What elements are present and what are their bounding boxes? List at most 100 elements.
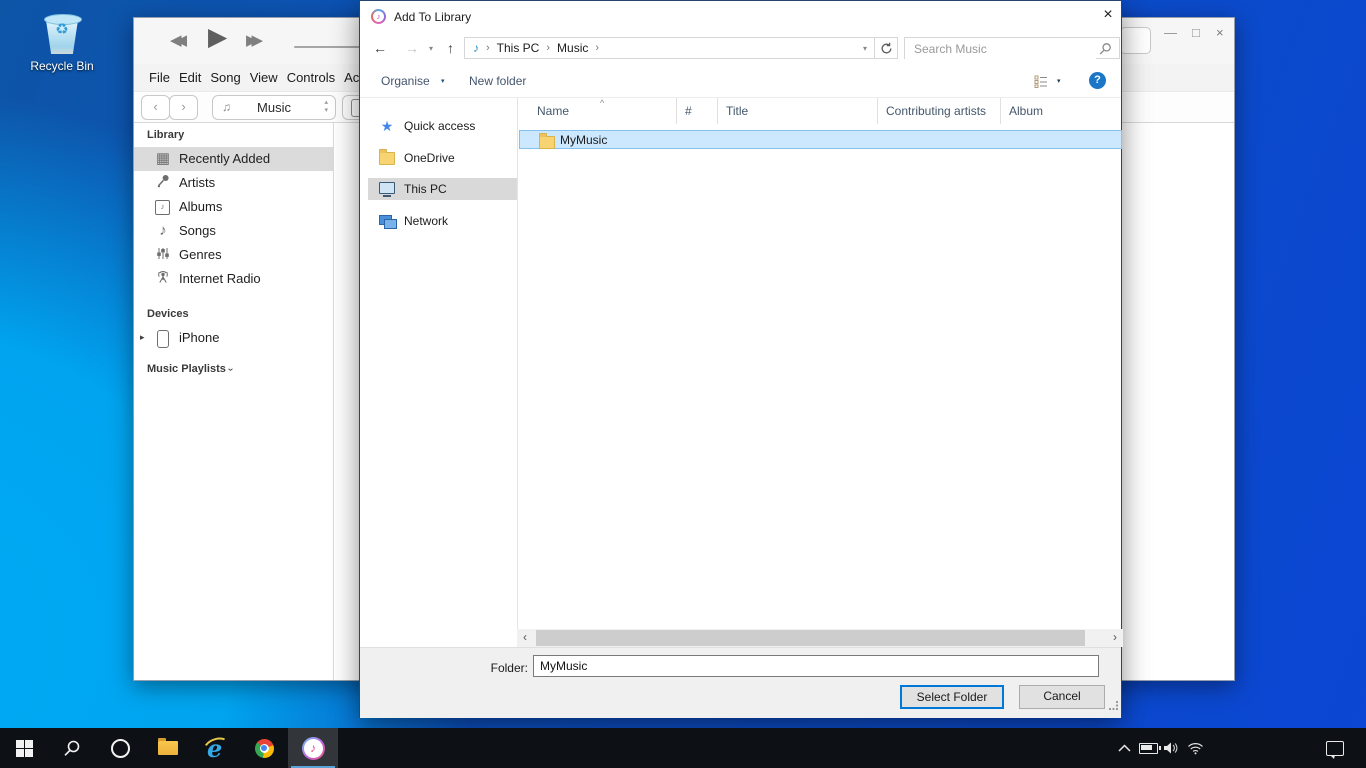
crumb-separator-icon: › [546, 42, 550, 54]
recycle-symbol-icon: ♻ [40, 20, 84, 38]
internet-explorer-icon: e [203, 735, 229, 761]
history-dropdown-icon[interactable]: ▾ [429, 44, 433, 53]
column-header-contributing-artists[interactable]: Contributing artists [878, 98, 1001, 124]
menu-item-controls[interactable]: Controls [287, 70, 335, 85]
dialog-title: Add To Library [394, 10, 471, 24]
column-header-album[interactable]: Album [1001, 98, 1123, 124]
grid-icon: ▦ [153, 149, 173, 169]
album-icon: ♪ [153, 197, 173, 217]
select-folder-button[interactable]: Select Folder [900, 685, 1004, 709]
start-button[interactable] [0, 728, 48, 768]
media-picker-dropdown[interactable]: ♫ Music ▴▾ [212, 95, 336, 120]
taskbar-search-button[interactable] [48, 728, 96, 768]
expand-right-icon[interactable]: ▸ [140, 332, 145, 343]
sidebar-item-albums[interactable]: ♪ Albums [134, 195, 334, 219]
speaker-icon [1163, 741, 1180, 755]
resize-grip[interactable] [1109, 698, 1119, 716]
horizontal-scrollbar[interactable]: ‹ › [517, 629, 1123, 647]
breadcrumb-this-pc[interactable]: This PC [497, 41, 540, 55]
file-explorer-icon [158, 741, 178, 755]
maximize-icon[interactable]: □ [1192, 25, 1200, 40]
back-button[interactable]: ← [373, 40, 387, 56]
view-options-button[interactable] [1034, 75, 1049, 93]
search-input[interactable] [905, 38, 1096, 60]
crumb-separator-icon: › [595, 42, 599, 54]
sidebar-item-iphone[interactable]: ▸ iPhone [134, 326, 334, 350]
library-header: Library [147, 129, 184, 141]
sidebar-item-recently-added[interactable]: ▦ Recently Added [134, 147, 334, 171]
recycle-bin[interactable]: ♻ Recycle Bin [22, 8, 102, 73]
play-button[interactable]: ▶ [208, 22, 227, 52]
chevron-up-icon [1118, 744, 1131, 752]
folder-name-input[interactable] [533, 655, 1099, 677]
windows-logo-icon [16, 740, 33, 757]
scroll-right-icon[interactable]: › [1107, 629, 1123, 647]
action-center-icon [1326, 741, 1344, 756]
sidebar-item-internet-radio[interactable]: Internet Radio [134, 267, 334, 291]
taskbar: e ♪ [0, 728, 1366, 768]
sidebar-item-songs[interactable]: ♪ Songs [134, 219, 334, 243]
recycle-bin-label: Recycle Bin [22, 59, 102, 73]
recycle-bin-icon: ♻ [40, 8, 84, 56]
dialog-footer: Folder: Select Folder Cancel [360, 647, 1121, 718]
tray-chevron-up[interactable] [1118, 728, 1131, 768]
itunes-back-button[interactable]: ‹ [141, 95, 170, 120]
folder-label: Folder: [360, 661, 528, 675]
cortana-button[interactable] [96, 728, 144, 768]
sidebar-item-genres[interactable]: Genres [134, 243, 334, 267]
address-dropdown-icon[interactable]: ▾ [863, 44, 867, 53]
scroll-left-icon[interactable]: ‹ [517, 629, 533, 647]
cancel-button[interactable]: Cancel [1019, 685, 1105, 709]
caret-down-icon[interactable]: ▾ [1057, 77, 1061, 85]
address-bar[interactable]: ♪ › This PC › Music › ▾ [464, 37, 875, 59]
internet-explorer-button[interactable]: e [192, 728, 240, 768]
sort-ascending-icon: ^ [600, 98, 604, 108]
dialog-nav-row: ← → ▾ ↑ ♪ › This PC › Music › ▾ [360, 32, 1121, 65]
star-icon: ★ [378, 117, 396, 135]
music-playlists-header[interactable]: Music Playlists › [147, 363, 232, 375]
tray-battery[interactable] [1139, 728, 1158, 768]
nav-item-quick-access[interactable]: ★ Quick access [360, 115, 517, 137]
column-header-number[interactable]: # [677, 98, 718, 124]
sidebar-item-artists[interactable]: Artists [134, 171, 334, 195]
column-header-title[interactable]: Title [718, 98, 878, 124]
itunes-sidebar: Library ▦ Recently Added Artists ♪ Album… [134, 123, 334, 680]
sliders-icon [153, 245, 173, 265]
microphone-icon [153, 173, 173, 193]
refresh-button[interactable] [875, 37, 898, 59]
chrome-button[interactable] [240, 728, 288, 768]
scrollbar-thumb[interactable] [536, 630, 1085, 646]
places-nav-pane: ★ Quick access OneDrive This PC Network [360, 98, 517, 629]
new-folder-button[interactable]: New folder [469, 74, 526, 88]
tray-wifi[interactable] [1187, 728, 1204, 768]
organise-button[interactable]: Organise [381, 74, 430, 88]
close-icon[interactable]: × [1216, 25, 1224, 40]
nav-item-this-pc[interactable]: This PC [368, 178, 517, 200]
minimize-icon[interactable]: — [1164, 25, 1177, 40]
column-header-name[interactable]: Name [518, 98, 677, 124]
battery-icon [1139, 743, 1158, 754]
action-center-button[interactable] [1326, 728, 1344, 768]
previous-track-button[interactable]: ◀◀ [170, 31, 181, 49]
close-icon[interactable]: × [1098, 5, 1118, 25]
search-box[interactable] [904, 37, 1120, 59]
crumb-separator-icon: › [486, 42, 490, 54]
help-button[interactable]: ? [1089, 72, 1106, 89]
nav-item-network[interactable]: Network [360, 210, 517, 232]
nav-item-onedrive[interactable]: OneDrive [360, 147, 517, 169]
menu-item-view[interactable]: View [250, 70, 278, 85]
menu-item-file[interactable]: File [149, 70, 170, 85]
menu-item-song[interactable]: Song [210, 70, 240, 85]
itunes-search-box[interactable] [1120, 27, 1151, 54]
file-list: Name # Title Contributing artists Album … [517, 98, 1123, 629]
breadcrumb-music[interactable]: Music [557, 41, 588, 55]
itunes-forward-button[interactable]: › [169, 95, 198, 120]
next-track-button[interactable]: ▶▶ [246, 31, 257, 49]
itunes-taskbar-button[interactable]: ♪ [288, 728, 338, 768]
file-row-mymusic[interactable]: MyMusic [519, 130, 1122, 149]
file-explorer-button[interactable] [144, 728, 192, 768]
tray-volume[interactable] [1163, 728, 1180, 768]
up-button[interactable]: ↑ [447, 40, 454, 56]
menu-item-edit[interactable]: Edit [179, 70, 201, 85]
folder-icon [378, 149, 396, 167]
